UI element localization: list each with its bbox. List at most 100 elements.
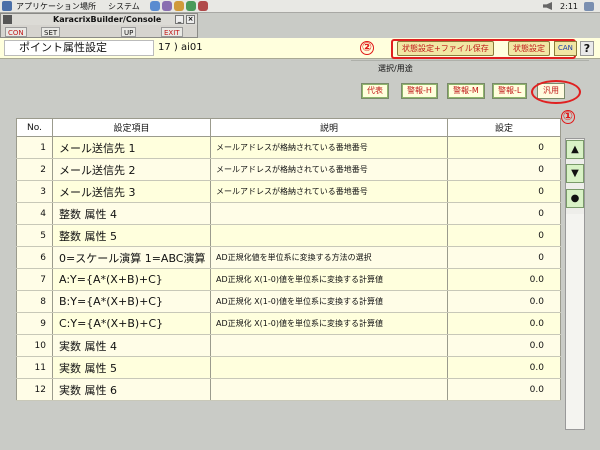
table-row[interactable]: 4 整数 属性 4 0 [16,202,561,225]
purpose-alarm-h-button[interactable]: 警報-H [401,83,438,99]
launcher-icons [150,1,210,13]
row-desc: AD正規化 X(1-0)値を単位系に変換する計算値 [210,290,448,313]
purpose-label: 選択/用途 [378,64,413,73]
table-row[interactable]: 9 C:Y={A*(X+B)+C} AD正規化 X(1-0)値を単位系に変換する… [16,312,561,335]
row-value[interactable]: 0.0 [447,378,561,401]
row-item: メール送信先 2 [52,158,211,181]
row-no: 7 [16,268,53,291]
console-window: KaracrixBuilder/Console _ × CON SET UP E… [0,13,198,38]
table-row[interactable]: 8 B:Y={A*(X+B)+C} AD正規化 X(1-0)値を単位系に変換する… [16,290,561,313]
help-button[interactable]: ? [580,41,594,56]
row-value[interactable]: 0 [447,158,561,181]
row-value[interactable]: 0 [447,224,561,247]
row-no: 3 [16,180,53,203]
row-item: メール送信先 3 [52,180,211,203]
purpose-alarm-m-button[interactable]: 警報-M [447,83,485,99]
table-row[interactable]: 1 メール送信先 1 メールアドレスが格納されている番地番号 0 [16,136,561,159]
row-value[interactable]: 0 [447,246,561,269]
menu-system[interactable]: システム [108,1,140,12]
table-row[interactable]: 12 実数 属性 6 0.0 [16,378,561,401]
row-value[interactable]: 0.0 [447,334,561,357]
row-item: 実数 属性 5 [52,356,211,379]
header-value: 設定 [447,118,561,137]
clock[interactable]: 2:11 [560,1,578,12]
row-desc [210,202,448,225]
row-desc [210,356,448,379]
table-header-row: No. 設定項目 説明 設定 [16,118,561,137]
row-no: 4 [16,202,53,225]
header-desc: 説明 [210,118,448,137]
row-item: 整数 属性 4 [52,202,211,225]
close-icon[interactable]: × [186,15,195,24]
table-row[interactable]: 7 A:Y={A*(X+B)+C} AD正規化 X(1-0)値を単位系に変換する… [16,268,561,291]
row-item: 整数 属性 5 [52,224,211,247]
row-no: 9 [16,312,53,335]
console-con-button[interactable]: CON [5,27,27,37]
row-value[interactable]: 0.0 [447,290,561,313]
row-value[interactable]: 0 [447,202,561,225]
row-desc: メールアドレスが格納されている番地番号 [210,180,448,203]
save-state-file-button[interactable]: 状態設定+ファイル保存 [397,41,494,56]
row-no: 8 [16,290,53,313]
row-desc [210,378,448,401]
row-desc [210,334,448,357]
menu-applications[interactable]: アプリケーション [16,1,80,12]
volume-icon[interactable] [543,2,552,10]
minimize-icon[interactable]: _ [175,15,184,24]
scroll-track[interactable] [566,214,584,429]
tray-icon[interactable] [584,2,594,11]
row-value[interactable]: 0.0 [447,268,561,291]
state-setting-button[interactable]: 状態設定 [508,41,550,56]
row-value[interactable]: 0.0 [447,356,561,379]
purpose-representative-button[interactable]: 代表 [361,83,389,99]
row-value[interactable]: 0 [447,136,561,159]
table-row[interactable]: 11 実数 属性 5 0.0 [16,356,561,379]
marker-2: ② [360,40,374,55]
row-item: 0=スケール演算 1=ABC演算 [52,246,211,269]
row-item: B:Y={A*(X+B)+C} [52,290,211,313]
row-desc: メールアドレスが格納されている番地番号 [210,158,448,181]
console-title: KaracrixBuilder/Console [53,15,162,24]
point-id: 17 ) ai01 [158,42,203,53]
row-no: 6 [16,246,53,269]
terminal-icon[interactable] [186,1,196,11]
console-up-button[interactable]: UP [121,27,137,37]
row-value[interactable]: 0 [447,180,561,203]
table-row[interactable]: 3 メール送信先 3 メールアドレスが格納されている番地番号 0 [16,180,561,203]
row-desc: AD正規化 X(1-0)値を単位系に変換する計算値 [210,268,448,291]
mail-icon[interactable] [162,1,172,11]
cancel-button[interactable]: CAN [554,41,577,56]
table-row[interactable]: 6 0=スケール演算 1=ABC演算 AD正規化値を単位系に変換する方法の選択 … [16,246,561,269]
marker-1: ① [561,109,575,124]
row-desc: AD正規化値を単位系に変換する方法の選択 [210,246,448,269]
table-row[interactable]: 5 整数 属性 5 0 [16,224,561,247]
scroll-up-icon[interactable]: ▲ [566,140,584,159]
table-row[interactable]: 10 実数 属性 4 0.0 [16,334,561,357]
purpose-alarm-l-button[interactable]: 警報-L [492,83,528,99]
browser-icon[interactable] [150,1,160,11]
highlight-ring [531,80,581,104]
console-titlebar[interactable]: KaracrixBuilder/Console _ × [1,14,197,25]
header-bar: ポイント属性設定 17 ) ai01 ② 状態設定+ファイル保存 状態設定 CA… [0,38,600,59]
row-desc: AD正規化 X(1-0)値を単位系に変換する計算値 [210,312,448,335]
files-icon[interactable] [174,1,184,11]
scroll-down-icon[interactable]: ▼ [566,164,584,183]
table-row[interactable]: 2 メール送信先 2 メールアドレスが格納されている番地番号 0 [16,158,561,181]
row-desc [210,224,448,247]
gnome-foot-icon[interactable] [2,1,12,11]
row-no: 10 [16,334,53,357]
menu-places[interactable]: 場所 [80,1,96,12]
row-item: 実数 属性 4 [52,334,211,357]
row-item: メール送信先 1 [52,136,211,159]
console-set-button[interactable]: SET [41,27,61,37]
row-value[interactable]: 0.0 [447,312,561,335]
console-exit-button[interactable]: EXIT [161,27,183,37]
scroll-position-icon[interactable]: ● [566,189,584,208]
header-item: 設定項目 [52,118,211,137]
row-item: A:Y={A*(X+B)+C} [52,268,211,291]
row-no: 2 [16,158,53,181]
row-no: 12 [16,378,53,401]
row-desc: メールアドレスが格納されている番地番号 [210,136,448,159]
tool-icon[interactable] [198,1,208,11]
system-panel: アプリケーション 場所 システム 2:11 [0,0,600,13]
